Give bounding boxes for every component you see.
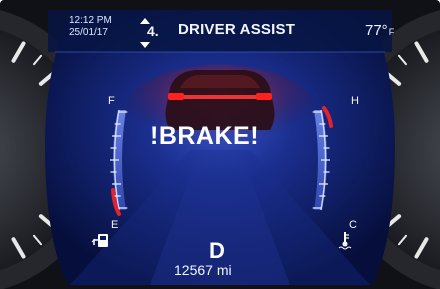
gear-indicator: D xyxy=(209,238,225,263)
brake-warning: !BRAKE! xyxy=(150,122,260,150)
fuel-full-label: F xyxy=(108,95,115,107)
temperature-unit: F xyxy=(388,27,395,37)
car-rear-icon xyxy=(165,70,275,130)
temperature-value: 77° xyxy=(365,22,388,39)
coolant-hot-label: H xyxy=(351,95,359,107)
date: 25/01/17 xyxy=(69,27,108,38)
odometer: 12567 mi xyxy=(174,262,232,278)
coolant-cold-label: C xyxy=(349,219,357,231)
menu-index: 4. xyxy=(147,23,159,39)
outside-temperature: 77°F xyxy=(365,23,394,38)
fuel-empty-label: E xyxy=(111,219,119,231)
page-title: DRIVER ASSIST xyxy=(178,21,296,38)
clock-time: 12:12 PM xyxy=(69,15,112,26)
